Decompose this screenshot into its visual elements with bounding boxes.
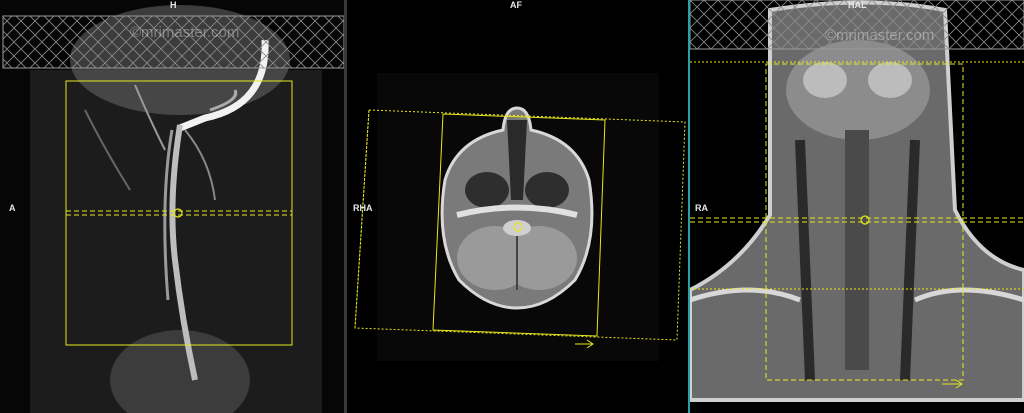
sagittal-image (0, 0, 344, 413)
orientation-label-top: AF (510, 0, 522, 10)
orientation-label-left: RA (695, 203, 708, 213)
viewport-axial[interactable]: AF RHA (347, 0, 688, 413)
axial-image (347, 0, 688, 413)
viewport-coronal[interactable]: HAL RA ©mrimaster.com (690, 0, 1024, 413)
orientation-label-top: H (170, 0, 177, 10)
viewport-sagittal[interactable]: H A ©mrimaster.com (0, 0, 344, 413)
watermark-text: ©mrimaster.com (130, 24, 240, 41)
orientation-label-left: RHA (353, 203, 373, 213)
orientation-label-left: A (9, 203, 16, 213)
orientation-label-top: HAL (848, 0, 867, 10)
watermark-text: ©mrimaster.com (825, 27, 935, 44)
coronal-image (690, 0, 1024, 413)
